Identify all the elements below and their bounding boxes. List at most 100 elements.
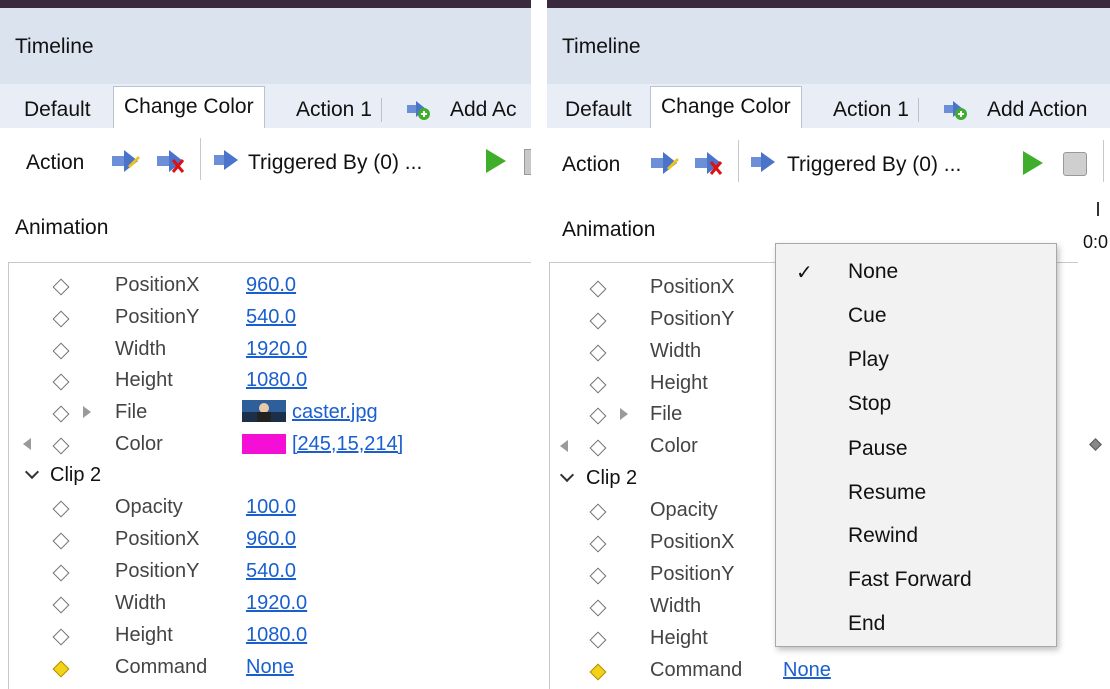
color-swatch[interactable] — [242, 434, 286, 454]
keyframe-diamond-icon[interactable] — [52, 596, 70, 614]
keyframe-diamond-icon[interactable] — [589, 439, 607, 457]
action-label: Action — [26, 151, 85, 174]
window-top-strip — [0, 0, 531, 8]
property-value[interactable]: 1080.0 — [246, 369, 307, 392]
panel-title: Timeline — [15, 35, 94, 58]
arrow-right-icon[interactable] — [649, 150, 681, 176]
menu-item-end[interactable]: End — [848, 612, 885, 636]
window-top-strip — [547, 0, 1110, 8]
timeline-keyframe-icon[interactable] — [1089, 438, 1102, 451]
keyframe-diamond-icon[interactable] — [52, 564, 70, 582]
property-row: Color [245,15,214] — [9, 428, 529, 458]
add-action-icon — [944, 101, 967, 120]
property-row: Width 1920.0 — [9, 333, 529, 363]
tab-action-1[interactable]: Action 1 — [286, 92, 382, 127]
tab-add-action[interactable]: Add Ac — [400, 92, 527, 127]
keyframe-diamond-icon[interactable] — [52, 405, 70, 423]
property-value[interactable]: 960.0 — [246, 274, 296, 297]
triggered-by-label[interactable]: Triggered By (0) ... — [787, 153, 961, 177]
delete-arrow-icon[interactable] — [155, 148, 187, 174]
keyframe-diamond-icon[interactable] — [589, 344, 607, 362]
keyframe-diamond-icon[interactable] — [589, 503, 607, 521]
keyframe-diamond-icon[interactable] — [589, 567, 607, 585]
stop-icon[interactable] — [1063, 152, 1087, 176]
property-name: PositionX — [650, 276, 735, 298]
tab-change-color[interactable]: Change Color — [113, 86, 265, 129]
triggered-by-label[interactable]: Triggered By (0) ... — [248, 151, 422, 175]
menu-item-stop[interactable]: Stop — [848, 392, 891, 416]
keyframe-diamond-icon[interactable] — [52, 500, 70, 518]
keyframe-diamond-icon[interactable] — [52, 437, 70, 455]
keyframe-diamond-icon[interactable] — [52, 278, 70, 296]
keyframe-diamond-icon[interactable] — [589, 280, 607, 298]
previous-keyframe-icon[interactable] — [560, 440, 568, 452]
keyframe-diamond-icon[interactable] — [589, 599, 607, 617]
expand-arrow-icon[interactable] — [620, 408, 628, 420]
chevron-down-icon[interactable] — [24, 464, 40, 480]
expand-arrow-icon[interactable] — [83, 406, 91, 418]
property-row: Command None — [9, 651, 529, 681]
keyframe-diamond-icon[interactable] — [52, 310, 70, 328]
command-value[interactable]: None — [246, 656, 294, 679]
menu-item-pause[interactable]: Pause — [848, 437, 908, 461]
keyframe-diamond-icon[interactable] — [52, 532, 70, 550]
property-row: PositionY 540.0 — [9, 555, 529, 585]
keyframe-diamond-icon[interactable] — [589, 407, 607, 425]
property-name: Command — [650, 659, 743, 681]
property-row: PositionX 960.0 — [9, 523, 529, 553]
property-value[interactable]: [245,15,214] — [292, 433, 403, 456]
previous-keyframe-icon[interactable] — [23, 438, 31, 450]
keyframe-diamond-icon[interactable] — [52, 660, 70, 678]
tab-default[interactable]: Default — [14, 92, 101, 127]
tab-action-1[interactable]: Action 1 — [823, 92, 919, 127]
clip-group-row[interactable]: Clip 2 — [9, 459, 529, 489]
keyframe-diamond-icon[interactable] — [589, 631, 607, 649]
property-value[interactable]: 100.0 — [246, 496, 296, 519]
property-row: Height 1080.0 — [9, 364, 529, 394]
property-name: Width — [650, 340, 702, 362]
title-bar: Timeline — [547, 8, 1110, 85]
ruler-tick — [1097, 202, 1099, 216]
keyframe-diamond-icon[interactable] — [589, 663, 607, 681]
property-value[interactable]: 1920.0 — [246, 338, 307, 361]
menu-item-fast-forward[interactable]: Fast Forward — [848, 568, 972, 592]
menu-item-play[interactable]: Play — [848, 348, 889, 372]
property-name: Opacity — [115, 496, 183, 518]
menu-item-rewind[interactable]: Rewind — [848, 524, 918, 548]
keyframe-diamond-icon[interactable] — [589, 535, 607, 553]
play-icon[interactable] — [483, 147, 509, 175]
property-value[interactable]: 540.0 — [246, 560, 296, 583]
stop-icon[interactable] — [524, 149, 531, 175]
property-name: PositionX — [115, 274, 200, 296]
keyframe-diamond-icon[interactable] — [52, 373, 70, 391]
keyframe-diamond-icon[interactable] — [52, 342, 70, 360]
property-value[interactable]: 960.0 — [246, 528, 296, 551]
keyframe-diamond-icon[interactable] — [589, 312, 607, 330]
property-value[interactable]: caster.jpg — [292, 401, 378, 424]
delete-arrow-icon[interactable] — [693, 150, 725, 176]
panel-title: Timeline — [562, 35, 641, 58]
panel-gap — [531, 0, 547, 689]
property-value[interactable]: 540.0 — [246, 306, 296, 329]
clip-label: Clip 2 — [586, 467, 638, 489]
trigger-icon[interactable] — [212, 148, 242, 172]
tab-change-color[interactable]: Change Color — [650, 86, 802, 129]
ruler-time-label: 0:0 — [1083, 232, 1109, 252]
property-value[interactable]: 1080.0 — [246, 624, 307, 647]
keyframe-diamond-icon[interactable] — [589, 376, 607, 394]
arrow-right-icon[interactable] — [110, 148, 142, 174]
property-value[interactable]: 1920.0 — [246, 592, 307, 615]
property-row: PositionY 540.0 — [9, 301, 529, 331]
play-icon[interactable] — [1020, 149, 1046, 177]
property-name: Color — [650, 435, 698, 457]
menu-item-none[interactable]: None — [848, 260, 898, 284]
chevron-down-icon[interactable] — [559, 467, 575, 483]
keyframe-diamond-icon[interactable] — [52, 628, 70, 646]
tab-add-action[interactable]: Add Action — [937, 92, 1097, 127]
tab-default[interactable]: Default — [555, 92, 642, 127]
property-name: File — [115, 401, 148, 423]
menu-item-resume[interactable]: Resume — [848, 481, 926, 505]
command-value[interactable]: None — [783, 659, 831, 682]
trigger-icon[interactable] — [749, 150, 779, 174]
menu-item-cue[interactable]: Cue — [848, 304, 887, 328]
